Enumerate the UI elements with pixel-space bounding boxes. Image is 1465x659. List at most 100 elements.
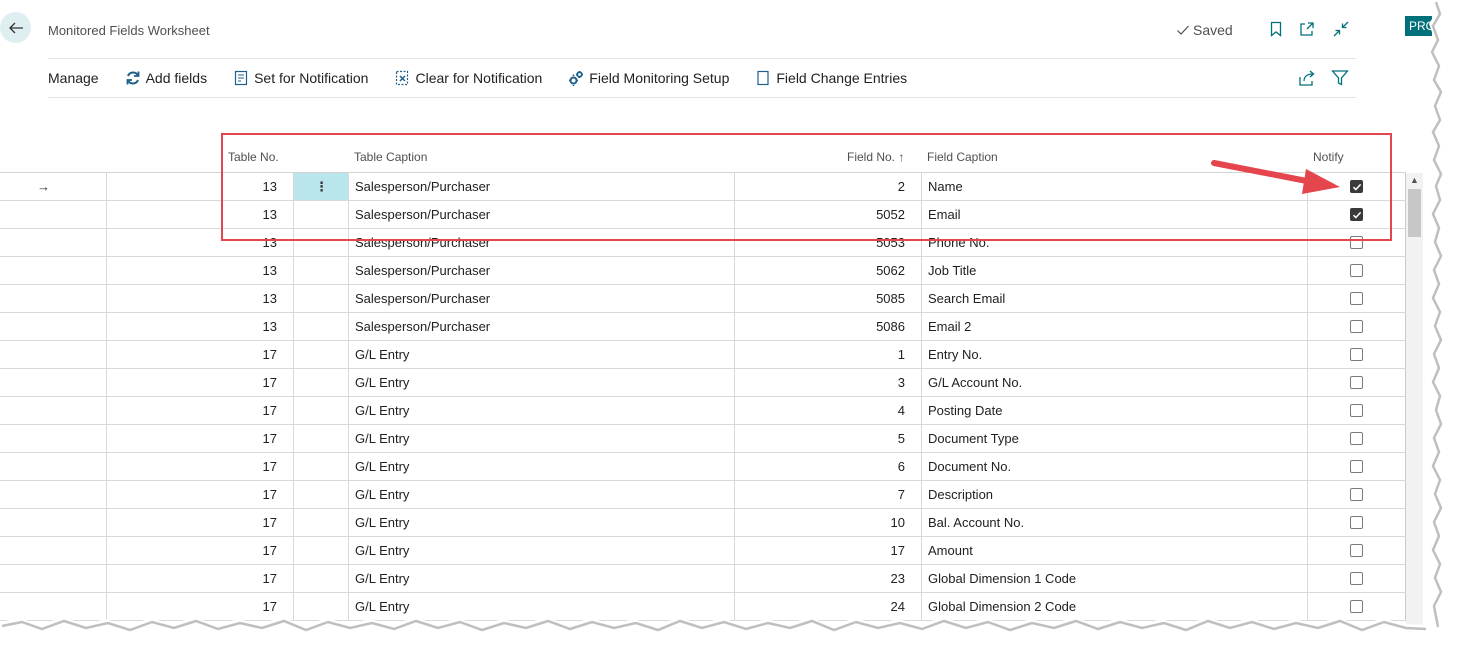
notify-checkbox[interactable] [1350, 544, 1363, 557]
field-no-cell[interactable]: 5062 [735, 257, 922, 284]
row-selector[interactable] [0, 257, 107, 284]
row-actions-cell[interactable] [294, 565, 349, 592]
row-selector[interactable] [0, 481, 107, 508]
field-no-cell[interactable]: 3 [735, 369, 922, 396]
row-selector[interactable] [0, 537, 107, 564]
row-actions-cell[interactable] [294, 369, 349, 396]
table-row[interactable]: 13 Salesperson/Purchaser 5053 Phone No. [0, 229, 1406, 257]
field-caption-cell[interactable]: Search Email [922, 285, 1308, 312]
table-no-cell[interactable]: 17 [107, 565, 294, 592]
table-row[interactable]: 17 G/L Entry 3 G/L Account No. [0, 369, 1406, 397]
field-no-cell[interactable]: 5085 [735, 285, 922, 312]
table-caption-cell[interactable]: G/L Entry [349, 397, 735, 424]
field-caption-cell[interactable]: Document No. [922, 453, 1308, 480]
table-row[interactable]: 17 G/L Entry 23 Global Dimension 1 Code [0, 565, 1406, 593]
field-caption-cell[interactable]: Email 2 [922, 313, 1308, 340]
row-selector[interactable] [0, 341, 107, 368]
field-no-cell[interactable]: 5053 [735, 229, 922, 256]
row-actions-cell[interactable] [294, 201, 349, 228]
row-selector[interactable] [0, 313, 107, 340]
field-no-cell[interactable]: 5086 [735, 313, 922, 340]
row-actions-cell[interactable] [294, 425, 349, 452]
table-no-cell[interactable]: 17 [107, 397, 294, 424]
table-caption-cell[interactable]: Salesperson/Purchaser [349, 257, 735, 284]
table-row[interactable]: 17 G/L Entry 4 Posting Date [0, 397, 1406, 425]
field-no-cell[interactable]: 4 [735, 397, 922, 424]
table-row[interactable]: → 13 ⋮ Salesperson/Purchaser 2 Name [0, 173, 1406, 201]
field-caption-cell[interactable]: Document Type [922, 425, 1308, 452]
row-actions-cell[interactable] [294, 453, 349, 480]
table-no-cell[interactable]: 13 [107, 285, 294, 312]
table-row[interactable]: 13 Salesperson/Purchaser 5052 Email [0, 201, 1406, 229]
table-row[interactable]: 17 G/L Entry 1 Entry No. [0, 341, 1406, 369]
table-caption-cell[interactable]: Salesperson/Purchaser [349, 313, 735, 340]
row-actions-cell[interactable] [294, 341, 349, 368]
field-no-cell[interactable]: 10 [735, 509, 922, 536]
field-no-cell[interactable]: 7 [735, 481, 922, 508]
table-row[interactable]: 17 G/L Entry 7 Description [0, 481, 1406, 509]
table-no-cell[interactable]: 13 [107, 313, 294, 340]
table-no-cell[interactable]: 17 [107, 453, 294, 480]
notify-checkbox[interactable] [1350, 404, 1363, 417]
row-selector[interactable] [0, 509, 107, 536]
field-no-cell[interactable]: 1 [735, 341, 922, 368]
notify-checkbox[interactable] [1350, 348, 1363, 361]
table-no-cell[interactable]: 17 [107, 537, 294, 564]
table-no-cell[interactable]: 17 [107, 341, 294, 368]
notify-checkbox[interactable] [1350, 516, 1363, 529]
field-change-entries-button[interactable]: Field Change Entries [755, 70, 907, 86]
notify-checkbox[interactable] [1350, 180, 1363, 193]
field-no-cell[interactable]: 2 [735, 173, 922, 200]
notify-checkbox[interactable] [1350, 292, 1363, 305]
row-selector[interactable] [0, 201, 107, 228]
row-selector[interactable] [0, 425, 107, 452]
table-caption-cell[interactable]: G/L Entry [349, 481, 735, 508]
notify-checkbox[interactable] [1350, 460, 1363, 473]
row-actions-cell[interactable] [294, 481, 349, 508]
field-no-cell[interactable]: 6 [735, 453, 922, 480]
table-caption-cell[interactable]: G/L Entry [349, 565, 735, 592]
table-caption-cell[interactable]: Salesperson/Purchaser [349, 229, 735, 256]
row-actions-cell[interactable] [294, 509, 349, 536]
table-row[interactable]: 17 G/L Entry 6 Document No. [0, 453, 1406, 481]
row-selector[interactable]: → [0, 173, 107, 200]
row-actions-cell[interactable] [294, 229, 349, 256]
column-header-table-no[interactable]: Table No. [228, 150, 279, 164]
table-no-cell[interactable]: 13 [107, 173, 294, 200]
column-header-table-caption[interactable]: Table Caption [354, 150, 427, 164]
field-caption-cell[interactable]: Phone No. [922, 229, 1308, 256]
row-actions-cell[interactable] [294, 313, 349, 340]
notify-checkbox[interactable] [1350, 208, 1363, 221]
table-no-cell[interactable]: 17 [107, 425, 294, 452]
notify-checkbox[interactable] [1350, 320, 1363, 333]
table-row[interactable]: 13 Salesperson/Purchaser 5086 Email 2 [0, 313, 1406, 341]
table-caption-cell[interactable]: G/L Entry [349, 537, 735, 564]
bookmark-button[interactable] [1267, 20, 1285, 38]
row-actions-cell[interactable] [294, 537, 349, 564]
table-caption-cell[interactable]: G/L Entry [349, 369, 735, 396]
table-row[interactable]: 17 G/L Entry 5 Document Type [0, 425, 1406, 453]
table-no-cell[interactable]: 17 [107, 509, 294, 536]
row-selector[interactable] [0, 565, 107, 592]
field-caption-cell[interactable]: Job Title [922, 257, 1308, 284]
column-header-field-caption[interactable]: Field Caption [927, 150, 998, 164]
table-caption-cell[interactable]: G/L Entry [349, 341, 735, 368]
field-no-cell[interactable]: 5052 [735, 201, 922, 228]
open-new-window-button[interactable] [1298, 20, 1316, 38]
field-caption-cell[interactable]: Global Dimension 1 Code [922, 565, 1308, 592]
collapse-button[interactable] [1332, 20, 1350, 38]
row-selector[interactable] [0, 453, 107, 480]
row-selector[interactable] [0, 229, 107, 256]
table-no-cell[interactable]: 17 [107, 369, 294, 396]
table-caption-cell[interactable]: G/L Entry [349, 509, 735, 536]
add-fields-button[interactable]: Add fields [125, 70, 207, 86]
table-caption-cell[interactable]: G/L Entry [349, 425, 735, 452]
notify-checkbox[interactable] [1350, 376, 1363, 389]
column-header-notify[interactable]: Notify [1313, 150, 1344, 164]
row-actions-cell[interactable] [294, 285, 349, 312]
notify-checkbox[interactable] [1350, 264, 1363, 277]
row-selector[interactable] [0, 369, 107, 396]
table-row[interactable]: 13 Salesperson/Purchaser 5062 Job Title [0, 257, 1406, 285]
field-no-cell[interactable]: 23 [735, 565, 922, 592]
more-options-icon[interactable]: ⋮ [294, 173, 348, 200]
